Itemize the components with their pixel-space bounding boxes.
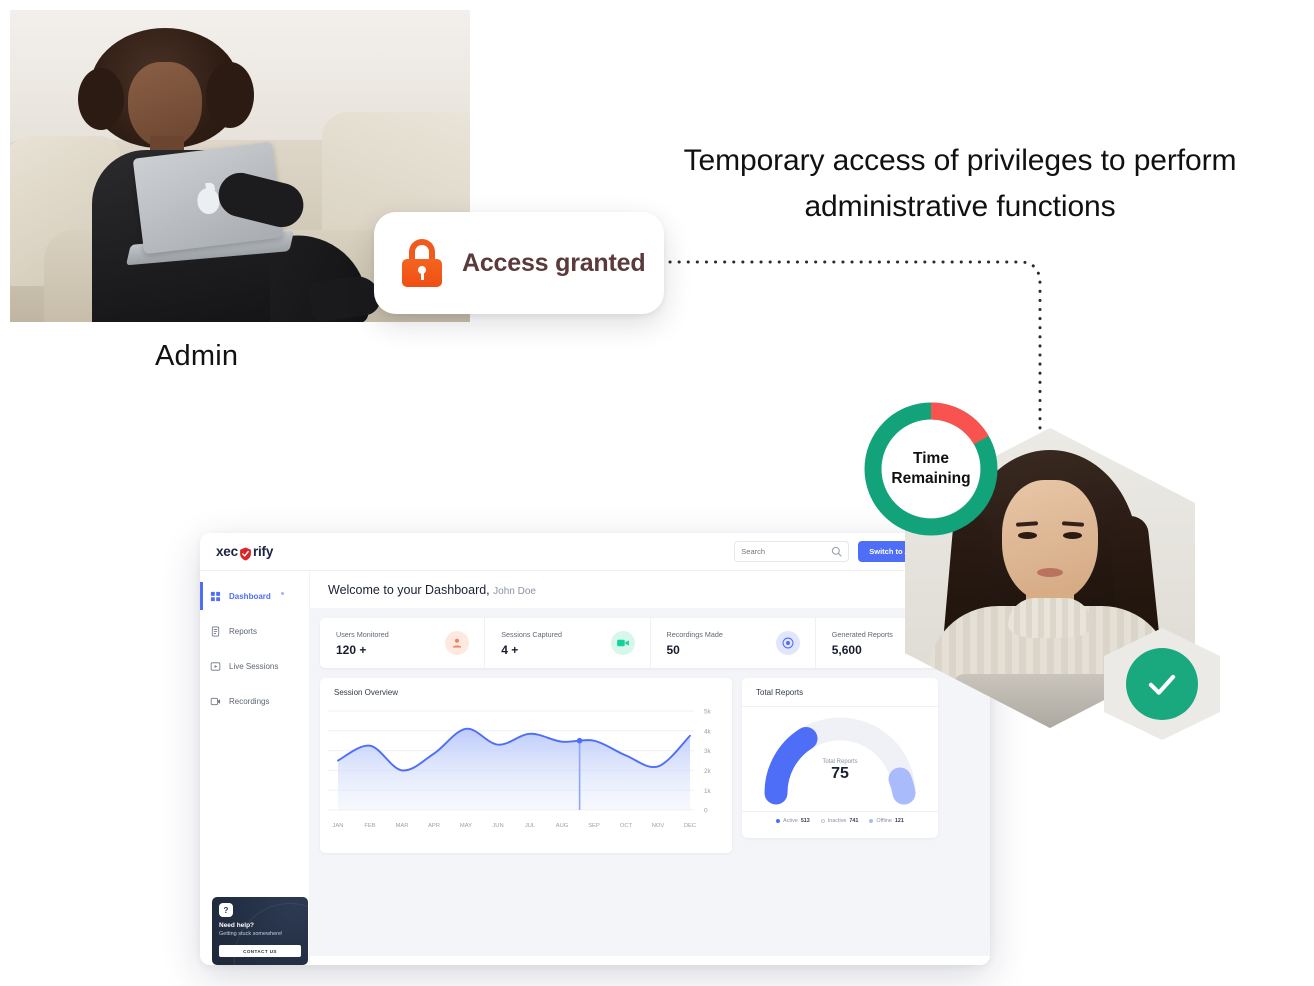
total-reports-title: Total Reports [756,688,804,697]
legend-color-dot [776,819,781,823]
time-remaining-gauge: Time Remaining [864,402,998,536]
question-mark-icon: ? [219,903,233,917]
svg-text:AUG: AUG [556,823,569,829]
total-reports-legend: Active 513 Inactive 741 Offline 121 [742,811,938,830]
sidebar-item-dashboard[interactable]: Dashboard [200,582,309,610]
access-granted-label: Access granted [462,248,646,277]
stat-label: Recordings Made [666,629,723,639]
svg-text:NOV: NOV [652,823,665,829]
logo-text-before: xec [216,544,238,559]
access-granted-card: Access granted [374,212,664,314]
stat-sessions-captured: Sessions Captured 4 + [485,618,651,668]
svg-text:APR: APR [428,823,440,829]
shield-check-icon [239,547,252,561]
legend-item: Inactive 741 [820,818,859,824]
session-overview-panel: Session Overview 0 1k 2k 3k 4k 5k JAN FE… [320,678,732,853]
stat-value: 4 + [501,642,519,657]
legend-color-dot [869,819,874,823]
search-box[interactable] [734,541,850,562]
xecurify-logo[interactable]: xec rify [216,544,274,561]
svg-text:5k: 5k [704,709,712,716]
need-help-title: Need help? [219,922,255,929]
stats-card: Users Monitored 120 + Sessions Captured … [320,618,980,668]
svg-text:OCT: OCT [620,823,633,829]
dashboard-window: xec rify Switch to Admin Dashboard [200,533,990,965]
monitor-play-icon [210,661,221,671]
sidebar-badge-dot [280,591,284,595]
stat-value: 50 [666,642,680,657]
need-help-card: ? Need help? Getting stuck somewhere! CO… [212,897,308,965]
welcome-username: John Doe [493,586,536,597]
logo-text-after: rify [252,544,274,559]
legend-value: 513 [800,818,810,824]
svg-text:DEC: DEC [684,823,696,829]
check-icon [1126,648,1198,720]
time-remaining-label: Time Remaining [882,420,980,518]
sidebar-item-live-sessions[interactable]: Live Sessions [200,654,309,678]
illustration-canvas: Admin Temporary access of privileges to … [0,0,1314,986]
gauge-center-text: Total Reports 75 [742,759,938,783]
stat-users-monitored: Users Monitored 120 + [320,618,486,668]
user-icon [445,631,470,655]
sidebar-label-live-sessions: Live Sessions [229,661,279,671]
search-icon [832,546,842,557]
dashboard-topbar: xec rify Switch to Admin Dashboard [200,533,990,571]
session-overview-chart: 0 1k 2k 3k 4k 5k JAN FEB MAR APR MAY JUN JUL AUG SEP O… [328,709,712,829]
search-input[interactable] [741,547,828,556]
video-camera-icon [610,631,635,655]
svg-text:MAR: MAR [396,823,409,829]
legend-color-dot [820,819,825,823]
stat-value: 5,600 [831,642,862,657]
grid-icon [210,591,221,601]
legend-value: 121 [894,818,904,824]
video-record-icon [210,697,221,705]
svg-text:3k: 3k [704,748,712,755]
session-overview-title: Session Overview [334,688,399,697]
gauge-center-value: 75 [831,765,849,782]
legend-item: Offline 121 [869,818,904,824]
legend-item: Active 513 [776,818,810,824]
svg-text:SEP: SEP [588,823,600,829]
stat-recordings-made: Recordings Made 50 [651,618,816,668]
sidebar-label-reports: Reports [229,626,258,636]
admin-label: Admin [155,340,239,372]
legend-label: Inactive [827,818,847,824]
sidebar-item-reports[interactable]: Reports [200,619,309,643]
need-help-subtitle: Getting stuck somewhere! [219,931,283,937]
sidebar-label-recordings: Recordings [229,696,270,706]
svg-text:4k: 4k [704,728,712,735]
time-remaining-line2: Remaining [891,470,971,487]
legend-label: Active [783,818,798,824]
lock-icon [400,239,444,287]
svg-text:1k: 1k [704,788,712,795]
document-icon [211,626,220,636]
legend-value: 741 [849,818,859,824]
svg-text:2k: 2k [704,768,712,775]
svg-text:JUL: JUL [525,823,536,829]
welcome-heading: Welcome to your Dashboard, John Doe [310,571,990,608]
page-title: Temporary access of privileges to perfor… [683,144,1237,223]
time-remaining-line1: Time [913,450,949,467]
svg-text:FEB: FEB [364,823,375,829]
record-dot-icon [775,631,800,655]
legend-label: Offline [876,818,892,824]
sidebar-item-recordings[interactable]: Recordings [200,689,309,713]
stat-label: Sessions Captured [501,629,562,639]
sidebar-label-dashboard: Dashboard [229,591,271,601]
stat-value: 120 + [336,642,367,657]
stat-label: Generated Reports [831,629,893,639]
total-reports-panel: Total Reports Total Reports 75 Active 51… [742,678,938,838]
svg-text:0: 0 [704,808,708,815]
dashboard-main: Welcome to your Dashboard, John Doe User… [310,571,990,965]
sidebar: Dashboard Reports Live Sessions Recordin… [200,571,310,965]
svg-text:JUN: JUN [492,823,503,829]
stat-label: Users Monitored [336,629,389,639]
svg-text:JAN: JAN [333,823,344,829]
contact-us-button[interactable]: CONTACT US [219,945,301,957]
welcome-text: Welcome to your Dashboard, [328,583,490,597]
svg-text:MAY: MAY [460,823,472,829]
